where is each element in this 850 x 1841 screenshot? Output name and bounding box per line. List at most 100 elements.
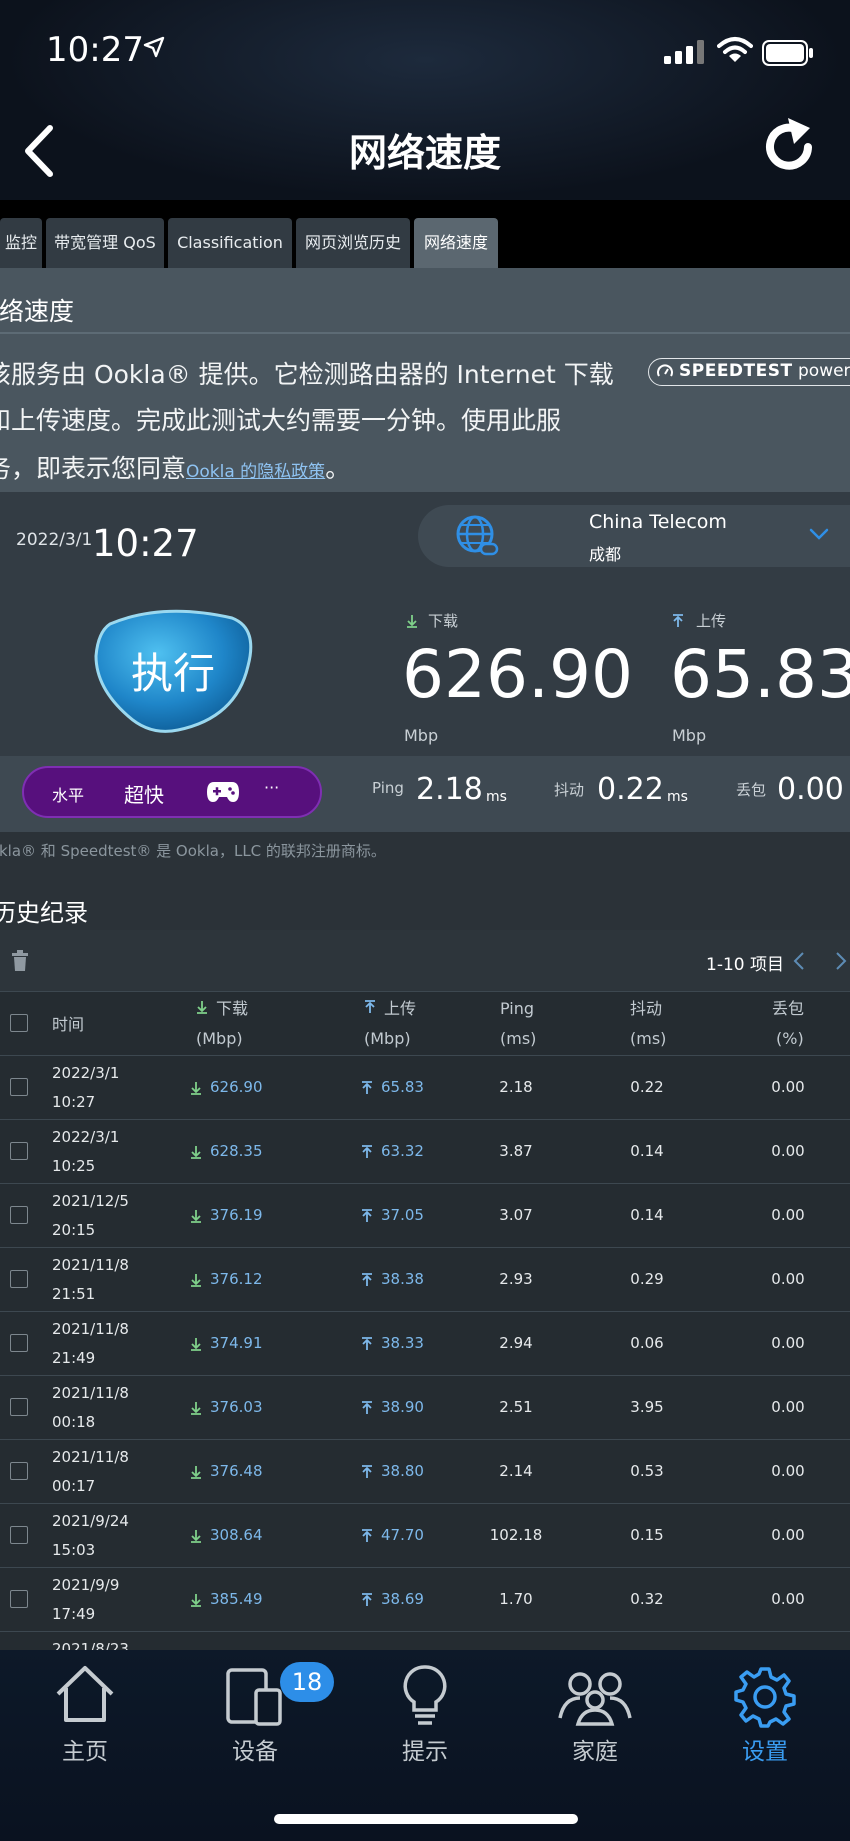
- col-download: 下载: [216, 999, 249, 1018]
- privacy-policy-link[interactable]: Ookla 的隐私政策: [186, 462, 325, 482]
- row-ping: 2.93: [499, 1270, 533, 1288]
- trash-icon[interactable]: [10, 950, 30, 972]
- gear-icon: [734, 1667, 796, 1728]
- server-name: China Telecom: [589, 511, 727, 533]
- row-ping: 3.87: [499, 1142, 533, 1160]
- table-row[interactable]: 2022/3/1 10:27 626.90 65.83 2.18 0.22 0.00: [0, 1056, 850, 1120]
- col-download-unit: (Mbp): [196, 1029, 243, 1048]
- server-city: 成都: [589, 545, 622, 564]
- table-header-row: 时间 下载 (Mbp) 上传 (Mbp) Ping (ms) 抖动 (ms) 丢…: [0, 992, 850, 1056]
- ping-label: Ping: [372, 779, 404, 797]
- row-checkbox[interactable]: [10, 1590, 28, 1608]
- tab-web-history[interactable]: 网页浏览历史: [296, 218, 410, 268]
- download-arrow-icon: [197, 1001, 207, 1014]
- upload-arrow-icon: [362, 1209, 372, 1222]
- chevron-down-icon[interactable]: [808, 526, 830, 542]
- download-arrow-icon: [191, 1402, 201, 1415]
- pager-text: 1-10 项目: [706, 955, 784, 975]
- row-checkbox[interactable]: [10, 1398, 28, 1416]
- speedometer-icon: [657, 364, 673, 377]
- table-row[interactable]: 2021/11/8 21:51 376.12 38.38 2.93 0.29 0.00: [0, 1248, 850, 1312]
- upload-unit: Mbp: [672, 726, 707, 745]
- refresh-icon[interactable]: [758, 116, 820, 178]
- row-loss: 0.00: [771, 1526, 805, 1544]
- upload-arrow-icon: [362, 1465, 372, 1478]
- chevron-left-icon[interactable]: [792, 950, 806, 972]
- row-loss: 0.00: [771, 1462, 805, 1480]
- upload-arrow-icon: [365, 1000, 375, 1013]
- tab-monitor[interactable]: 监控: [0, 218, 42, 268]
- table-row[interactable]: 2021/11/8 21:49 374.91 38.33 2.94 0.06 0.00: [0, 1312, 850, 1376]
- row-download: 626.90: [210, 1078, 263, 1096]
- location-arrow-icon: [143, 36, 165, 64]
- col-jitter: 抖动: [630, 999, 663, 1018]
- cellular-signal-icon: [664, 40, 704, 64]
- row-date: 2022/3/1: [52, 1128, 120, 1146]
- jitter-unit: ms: [667, 789, 688, 805]
- table-row[interactable]: 2021/11/8 00:17 376.48 38.80 2.14 0.53 0.00: [0, 1440, 850, 1504]
- table-row[interactable]: 2022/3/1 10:25 628.35 63.32 3.87 0.14 0.00: [0, 1120, 850, 1184]
- upload-label: 上传: [696, 612, 727, 630]
- nav-family-label: 家庭: [572, 1739, 618, 1765]
- row-upload: 38.38: [381, 1270, 424, 1288]
- row-download: 374.91: [210, 1334, 263, 1352]
- table-row[interactable]: 2021/11/8 00:18 376.03 38.90 2.51 3.95 0.00: [0, 1376, 850, 1440]
- table-row[interactable]: 2021/9/9 17:49 385.49 38.69 1.70 0.32 0.00: [0, 1568, 850, 1632]
- select-all-checkbox[interactable]: [10, 1014, 28, 1032]
- chevron-right-icon[interactable]: [834, 950, 848, 972]
- tab-qos[interactable]: 带宽管理 QoS: [46, 218, 164, 268]
- row-upload: 38.69: [381, 1590, 424, 1608]
- home-indicator[interactable]: [274, 1814, 578, 1824]
- row-checkbox[interactable]: [10, 1334, 28, 1352]
- jitter-value: 0.22: [597, 772, 664, 807]
- globe-icon: [456, 515, 499, 556]
- download-arrow-icon: [191, 1274, 201, 1287]
- row-date: 2021/11/8: [52, 1256, 129, 1274]
- row-ping: 3.07: [499, 1206, 533, 1224]
- intro-text-line-1: 该服务由 Ookla® 提供。它检测路由器的 Internet 下载: [0, 360, 614, 389]
- row-checkbox[interactable]: [10, 1142, 28, 1160]
- row-loss: 0.00: [771, 1142, 805, 1160]
- upload-arrow-icon: [362, 1145, 372, 1158]
- wifi-icon: [717, 37, 753, 62]
- row-upload: 38.33: [381, 1334, 424, 1352]
- speedtest-badge[interactable]: SPEEDTEST powered: [648, 358, 850, 386]
- row-date: 2022/3/1: [52, 1064, 120, 1082]
- row-date: 2021/9/9: [52, 1576, 120, 1594]
- row-checkbox[interactable]: [10, 1462, 28, 1480]
- run-test-label: 执行: [130, 649, 215, 698]
- row-download: 376.19: [210, 1206, 263, 1224]
- divider: [0, 332, 850, 334]
- row-checkbox[interactable]: [10, 1206, 28, 1224]
- upload-arrow-icon: [673, 614, 683, 627]
- row-jitter: 0.32: [630, 1590, 664, 1608]
- tab-network-speed[interactable]: 网络速度: [414, 218, 498, 268]
- row-upload: 63.32: [381, 1142, 424, 1160]
- nav-devices-label: 设备: [232, 1739, 278, 1765]
- row-checkbox[interactable]: [10, 1526, 28, 1544]
- table-row[interactable]: 2021/12/5 20:15 376.19 37.05 3.07 0.14 0.00: [0, 1184, 850, 1248]
- row-checkbox[interactable]: [10, 1270, 28, 1288]
- row-jitter: 0.06: [630, 1334, 664, 1352]
- download-arrow-icon: [191, 1594, 201, 1607]
- row-checkbox[interactable]: [10, 1078, 28, 1096]
- upload-arrow-icon: [362, 1529, 372, 1542]
- home-icon: [56, 1666, 114, 1722]
- result-date: 2022/3/1: [16, 530, 93, 550]
- tab-classification[interactable]: Classification: [168, 218, 292, 268]
- table-row[interactable]: 2021/9/24 15:03 308.64 47.70 102.18 0.15 0.00: [0, 1504, 850, 1568]
- download-arrow-icon: [191, 1210, 201, 1223]
- row-ping: 2.94: [499, 1334, 533, 1352]
- device-count-badge: 18: [280, 1662, 334, 1702]
- row-upload: 38.90: [381, 1398, 424, 1416]
- section-title: 网络速度: [0, 297, 75, 326]
- packet-loss-value: 0.00: [777, 772, 844, 807]
- col-upload: 上传: [384, 999, 417, 1018]
- upload-value: 65.83: [670, 636, 850, 713]
- row-time: 10:25: [52, 1157, 96, 1175]
- row-jitter: 0.22: [630, 1078, 664, 1096]
- row-jitter: 3.95: [630, 1398, 664, 1416]
- row-download: 308.64: [210, 1526, 263, 1544]
- more-options[interactable]: ···: [264, 778, 279, 797]
- col-upload-unit: (Mbp): [364, 1029, 411, 1048]
